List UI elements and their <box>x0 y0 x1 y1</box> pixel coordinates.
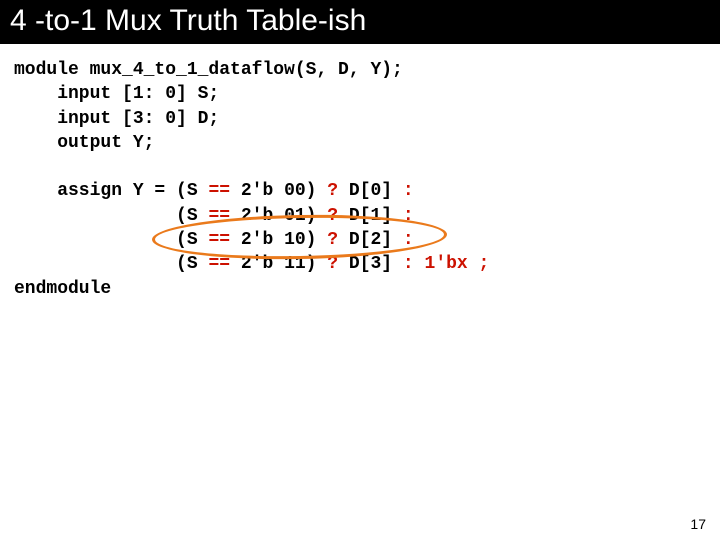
page-number: 17 <box>690 516 706 532</box>
slide-title: 4 -to-1 Mux Truth Table-ish <box>0 0 720 44</box>
code-line-assign2: (S == 2'b 01) ? D[1] : <box>14 206 414 226</box>
code-line-module: module mux_4_to_1_dataflow(S, D, Y); <box>14 60 403 80</box>
verilog-code-block: module mux_4_to_1_dataflow(S, D, Y); inp… <box>0 44 720 315</box>
code-line-assign3: (S == 2'b 10) ? D[2] : <box>14 230 414 250</box>
code-line-output: output Y; <box>14 133 154 153</box>
code-line-input-s: input [1: 0] S; <box>14 84 219 104</box>
code-line-input-d: input [3: 0] D; <box>14 109 219 129</box>
code-line-endmodule: endmodule <box>14 279 111 299</box>
code-line-assign1: assign Y = (S == 2'b 00) ? D[0] : <box>14 181 414 201</box>
code-line-assign4: (S == 2'b 11) ? D[3] : 1'bx ; <box>14 254 489 274</box>
